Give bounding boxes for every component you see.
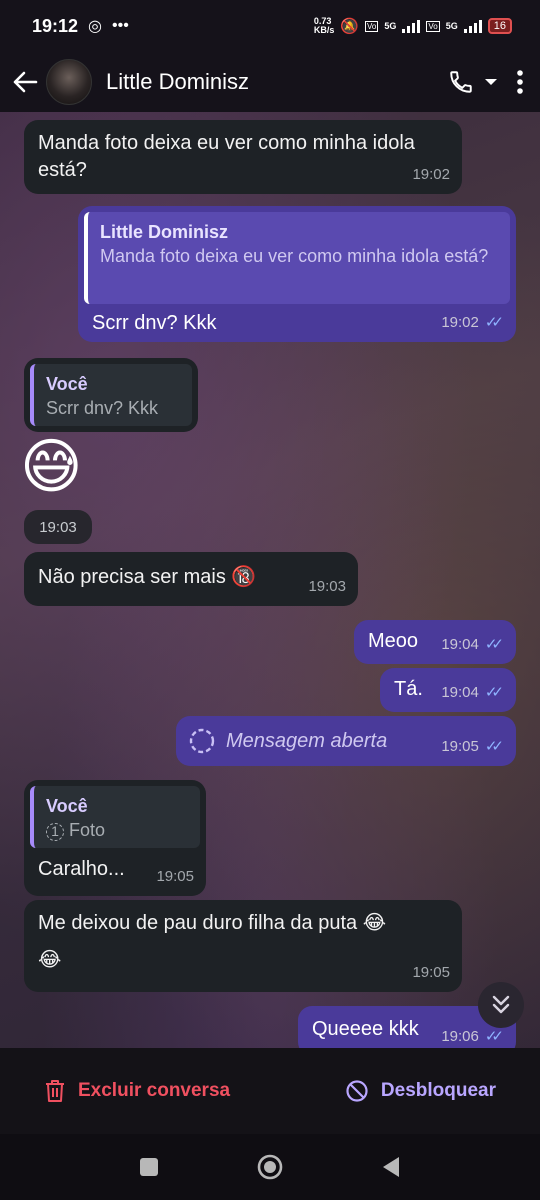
net-label-2: 5G	[445, 21, 458, 31]
home-icon[interactable]	[256, 1153, 284, 1181]
scroll-to-bottom-button[interactable]	[478, 982, 524, 1028]
message-incoming[interactable]: Você 1 Foto Caralho... 19:05	[24, 780, 206, 896]
delete-chat-label: Excluir conversa	[78, 1080, 231, 1101]
reply-preview[interactable]: Little Dominisz Manda foto deixa eu ver …	[84, 212, 510, 304]
volte-icon-2: Vo	[426, 20, 440, 32]
reply-preview[interactable]: Você Scrr dnv? Kkk	[30, 364, 192, 426]
tears-of-joy-emoji-2: 😂	[38, 949, 62, 971]
message-outgoing-view-once[interactable]: Mensagem aberta 19:05 ✓✓	[176, 716, 516, 766]
phone-icon	[450, 71, 472, 93]
call-button[interactable]	[448, 69, 498, 95]
no-under-18-emoji: 🔞	[231, 566, 257, 588]
chevron-down-icon	[485, 79, 497, 85]
volte-icon: Vo	[365, 20, 379, 32]
back-arrow-icon	[13, 71, 38, 93]
unblock-label: Desbloquear	[380, 1080, 496, 1101]
read-ticks-icon: ✓✓	[484, 314, 504, 331]
network-speed: 0.73 KB/s	[313, 16, 335, 35]
signal-icon-1	[402, 19, 421, 33]
status-bar: 19:12 ◎ ••• 0.73 KB/s 🔕 Vo 5G Vo 5G 16	[0, 0, 540, 52]
message-outgoing[interactable]: Meoo 19:04 ✓✓	[354, 620, 516, 664]
signal-icon-2	[463, 19, 482, 33]
chat-area[interactable]: Manda foto deixa eu ver como minha idola…	[0, 112, 540, 1048]
message-time: 19:04	[441, 684, 479, 701]
tears-of-joy-emoji: 😂	[362, 912, 387, 934]
recent-apps-icon[interactable]	[138, 1156, 160, 1178]
status-time: 19:12	[32, 15, 79, 36]
reply-author: Você	[46, 374, 88, 394]
system-nav-bar	[0, 1134, 540, 1200]
whatsapp-notification-icon: ◎	[88, 18, 103, 35]
message-time: 19:02	[441, 314, 479, 331]
chat-header: Little Dominisz	[0, 52, 540, 112]
message-text: Meoo	[368, 630, 419, 652]
emoji-message[interactable]: 😅	[20, 432, 83, 502]
message-time: 19:05	[156, 868, 194, 885]
more-options-icon[interactable]	[516, 69, 524, 95]
more-notifications-icon: •••	[112, 17, 129, 34]
message-incoming[interactable]: Você Scrr dnv? Kkk	[24, 358, 198, 432]
message-outgoing[interactable]: Little Dominisz Manda foto deixa eu ver …	[78, 206, 516, 342]
view-once-small-icon: 1	[46, 823, 64, 841]
contact-avatar[interactable]	[46, 59, 92, 105]
view-once-icon	[189, 728, 215, 754]
reply-text: Manda foto deixa eu ver como minha idola…	[100, 246, 489, 266]
message-time: 19:05	[441, 738, 479, 755]
message-time: 19:04	[441, 636, 479, 653]
message-text: Tá.	[394, 678, 423, 700]
back-button[interactable]	[10, 67, 40, 97]
trash-icon	[46, 1080, 64, 1102]
message-incoming[interactable]: Manda foto deixa eu ver como minha idola…	[24, 120, 462, 194]
block-icon	[346, 1080, 368, 1102]
message-text-row: Me deixou de pau duro filha da puta 😂	[38, 910, 448, 937]
blocked-actions-bar: Excluir conversa Desbloquear	[0, 1048, 540, 1134]
battery-icon: 16	[487, 18, 512, 34]
message-time: 19:02	[412, 166, 450, 183]
reply-photo-row: 1 Foto	[46, 818, 188, 842]
message-text: Me deixou de pau duro filha da puta	[38, 912, 358, 934]
message-time: 19:03	[308, 578, 346, 595]
message-text: Mensagem aberta	[226, 729, 388, 752]
read-ticks-icon: ✓✓	[484, 636, 504, 653]
delete-chat-button[interactable]: Excluir conversa	[44, 1079, 230, 1103]
mute-icon: 🔕	[340, 18, 360, 35]
message-text: Não precisa ser mais	[38, 566, 226, 588]
reply-text: Foto	[69, 820, 106, 840]
message-outgoing[interactable]: Tá. 19:04 ✓✓	[380, 668, 516, 712]
unblock-button[interactable]: Desbloquear	[345, 1079, 496, 1103]
message-text: Queeee kkk	[312, 1018, 419, 1040]
reply-author: Little Dominisz	[100, 222, 229, 242]
read-ticks-icon: ✓✓	[484, 738, 504, 755]
reply-text: Scrr dnv? Kkk	[46, 398, 159, 418]
message-time-chip: 19:03	[24, 510, 92, 544]
reply-author: Você	[46, 796, 88, 816]
reply-preview[interactable]: Você 1 Foto	[30, 786, 200, 848]
message-time: 19:06	[441, 1028, 479, 1045]
back-nav-icon[interactable]	[380, 1155, 402, 1179]
net-label-1: 5G	[384, 21, 397, 31]
message-incoming[interactable]: Me deixou de pau duro filha da puta 😂 😂 …	[24, 900, 462, 992]
contact-name[interactable]: Little Dominisz	[106, 69, 249, 95]
read-ticks-icon: ✓✓	[484, 684, 504, 701]
message-text: Manda foto deixa eu ver como minha idola…	[38, 132, 415, 181]
message-incoming[interactable]: Não precisa ser mais 🔞 19:03	[24, 552, 358, 606]
message-time: 19:03	[39, 518, 77, 536]
double-chevron-down-icon	[492, 995, 510, 1014]
message-time: 19:05	[412, 964, 450, 981]
